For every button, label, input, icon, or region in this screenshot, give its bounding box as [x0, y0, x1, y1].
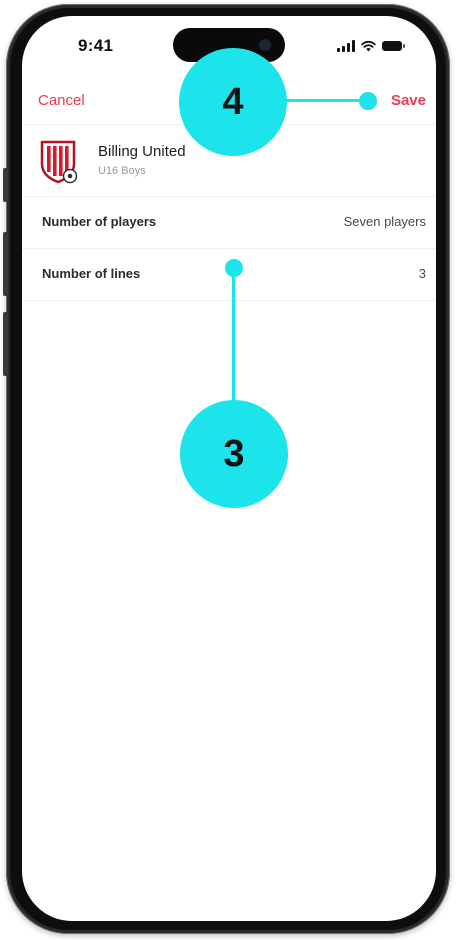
callout-4-dot — [359, 92, 377, 110]
number-of-players-label: Number of players — [42, 214, 157, 229]
callout-3-connector — [232, 268, 235, 408]
save-button[interactable]: Save — [391, 92, 426, 109]
callout-3-badge: 3 — [180, 400, 288, 508]
row-divider — [22, 300, 436, 301]
team-name: Billing United — [98, 143, 186, 160]
status-time: 9:41 — [78, 36, 114, 55]
row-divider — [22, 248, 436, 249]
volume-down-button — [3, 312, 8, 376]
callout-4-badge: 4 — [179, 48, 287, 156]
number-of-players-value: Seven players — [343, 214, 426, 229]
number-of-lines-label: Number of lines — [42, 266, 141, 281]
callout-3-dot — [225, 259, 243, 277]
team-divider — [22, 196, 436, 197]
team-age-group: U16 Boys — [98, 165, 146, 177]
battery-icon — [382, 41, 405, 51]
number-of-players-row[interactable]: Number of players Seven players — [22, 198, 436, 248]
callout-4-connector — [280, 99, 368, 102]
cancel-button[interactable]: Cancel — [38, 92, 85, 109]
volume-up-button — [3, 232, 8, 296]
tutorial-canvas: 9:41 Cancel Save Billing United U16 Boys… — [0, 0, 457, 940]
camera-icon — [259, 39, 271, 51]
number-of-lines-value: 3 — [418, 266, 426, 281]
silent-switch — [3, 168, 8, 202]
cellular-signal-icon — [337, 40, 355, 52]
wifi-icon — [361, 40, 376, 52]
team-crest-icon — [40, 140, 78, 184]
status-icons — [337, 38, 405, 52]
